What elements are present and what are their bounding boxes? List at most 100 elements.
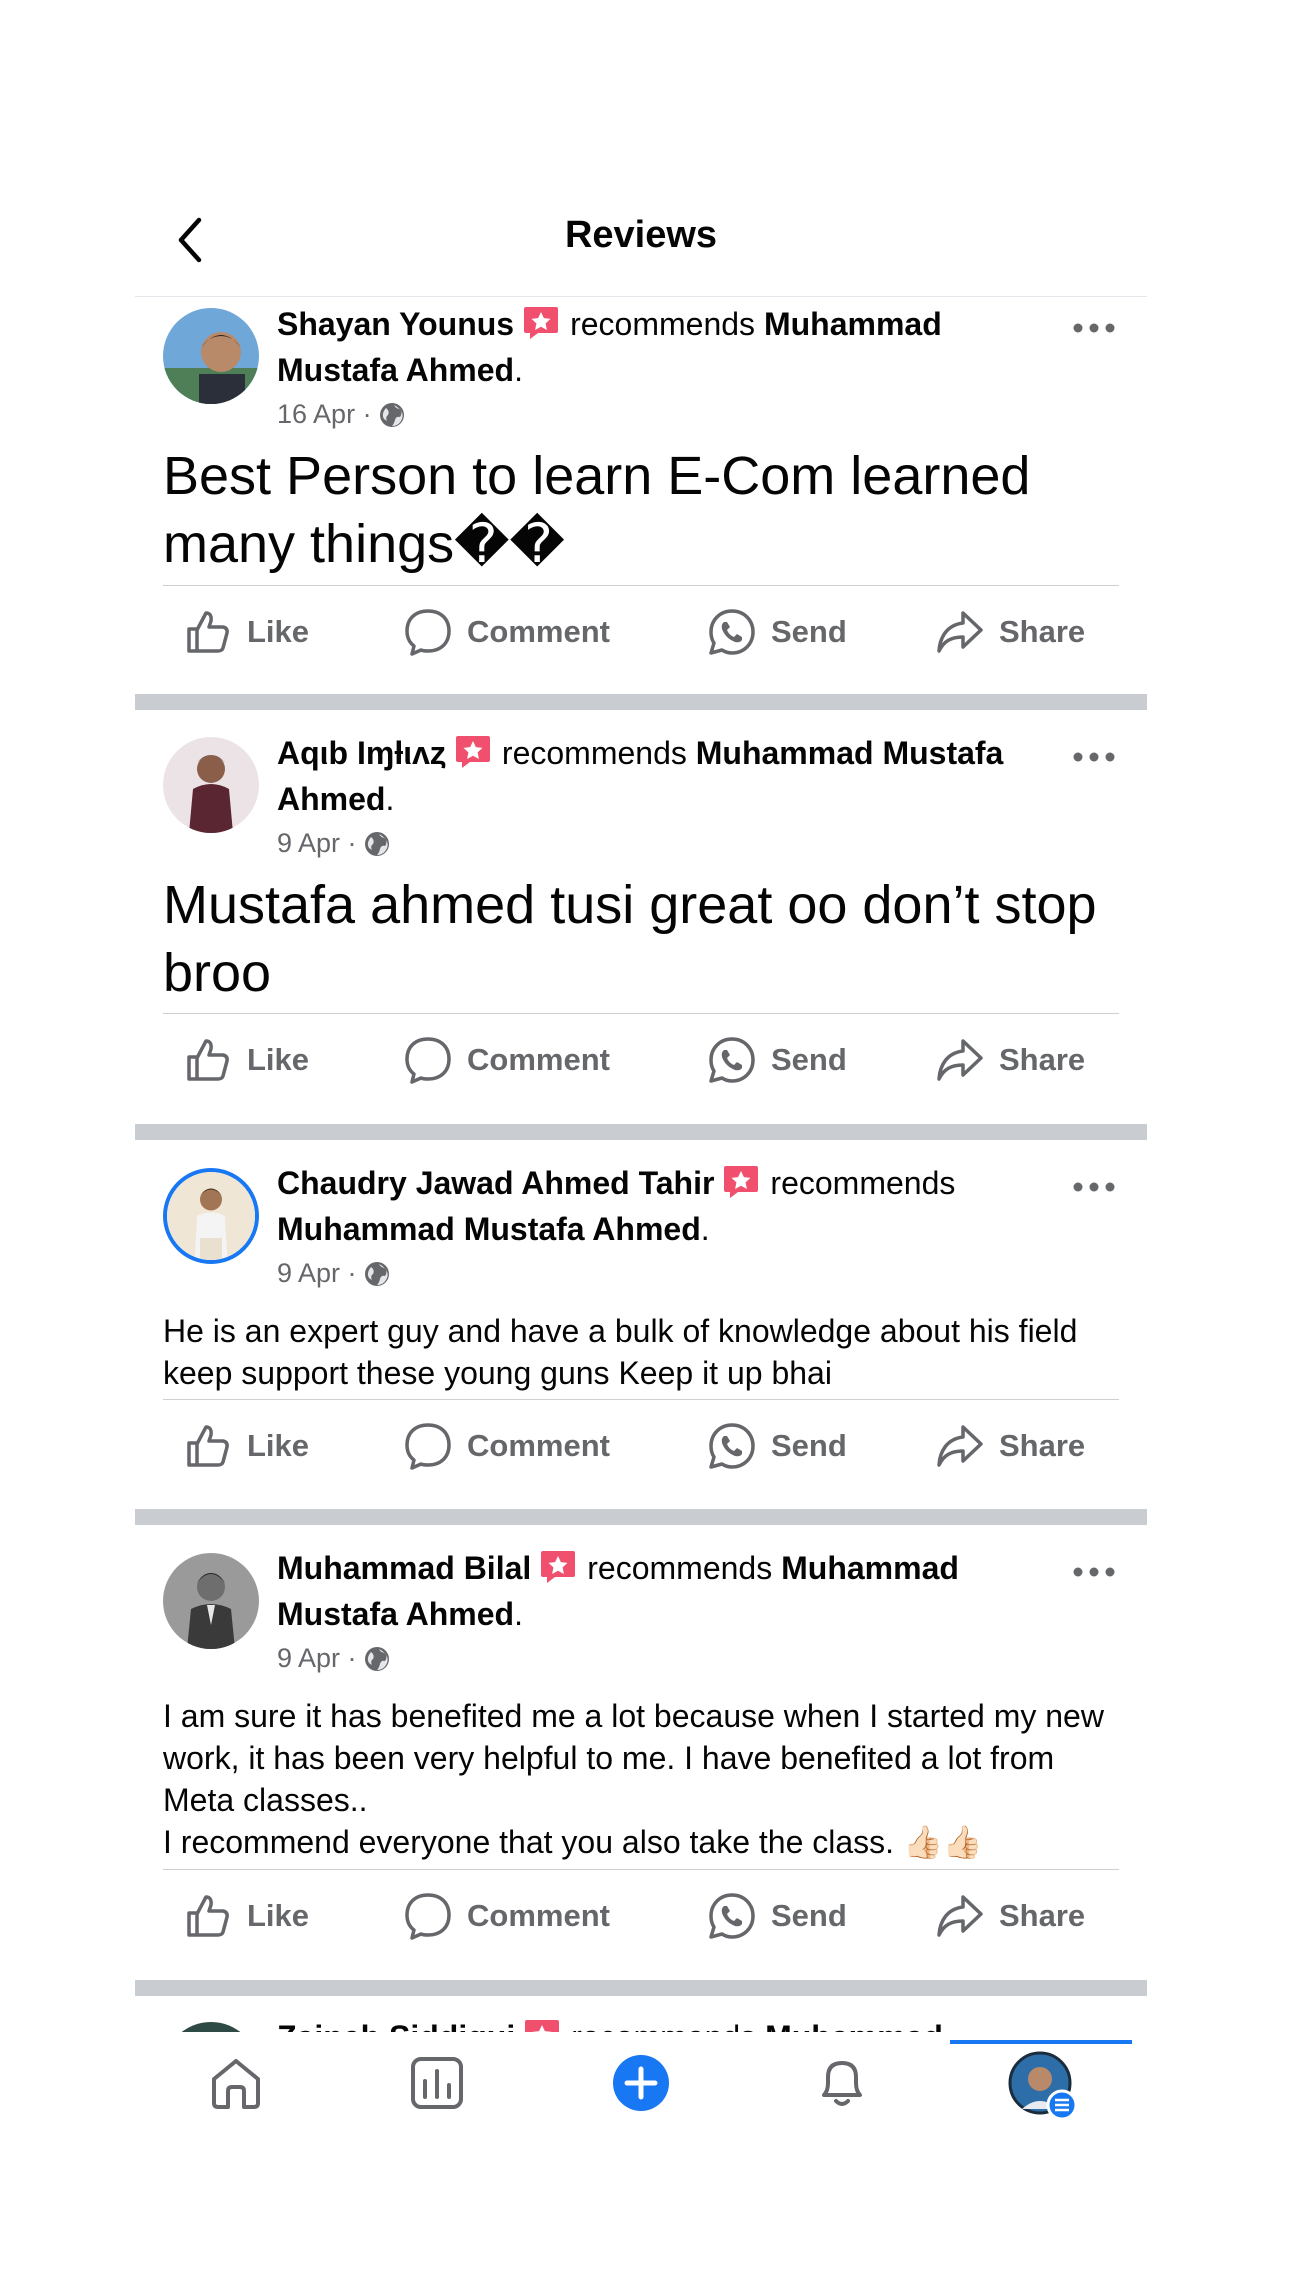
tab-profile[interactable] <box>1008 2051 1078 2121</box>
like-icon <box>187 1039 229 1081</box>
review-text: I am sure it has benefited me a lot beca… <box>163 1698 1104 1860</box>
globe-icon <box>379 403 404 427</box>
action-bar: Like Comment Send Share <box>135 587 1147 677</box>
post-date[interactable]: 16 Apr <box>277 399 355 429</box>
author-name[interactable]: Shayan Younus <box>277 306 514 342</box>
share-button[interactable]: Share <box>935 1401 1085 1491</box>
like-button[interactable]: Like <box>183 1015 309 1105</box>
post-meta: 9 Apr · <box>277 1640 391 1676</box>
avatar[interactable] <box>163 737 259 833</box>
active-tab-indicator <box>950 2040 1132 2044</box>
share-icon <box>937 1425 983 1467</box>
verb: recommends <box>570 306 756 342</box>
action-bar: Like Comment Send Share <box>135 1401 1147 1491</box>
review-text: Best Person to learn E-Com learned many … <box>163 446 1046 574</box>
verb: recommends <box>587 1550 773 1586</box>
profile-avatar <box>1008 2051 1078 2121</box>
review-header: Zaineb Siddiqui recommends Muhammad <box>277 2014 1067 2032</box>
star-badge-icon <box>525 2020 560 2032</box>
review-post: Aqιb Iɱƚιʌȥ recommends Muhammad Mustafa A… <box>135 710 1147 1124</box>
whatsapp-icon <box>709 1037 755 1083</box>
share-button[interactable]: Share <box>935 1015 1085 1105</box>
recommended-page[interactable]: Muhammad Mustafa Ahmed <box>277 1211 701 1247</box>
send-button[interactable]: Send <box>707 1015 847 1105</box>
post-meta: 9 Apr · <box>277 825 391 861</box>
share-icon <box>937 611 983 653</box>
star-badge-icon <box>541 1551 576 1583</box>
more-dots-icon[interactable] <box>1071 747 1117 767</box>
more-dots-icon[interactable] <box>1071 1562 1117 1582</box>
recommended-page[interactable]: Muhammad <box>765 2019 943 2032</box>
reviews-feed[interactable]: Shayan Younus recommends Muhammad Mustafa… <box>135 296 1147 2032</box>
like-button[interactable]: Like <box>183 587 309 677</box>
post-separator <box>135 1980 1147 1996</box>
create-icon <box>613 2055 669 2111</box>
star-badge-icon <box>524 307 559 339</box>
tab-home[interactable] <box>204 2051 268 2115</box>
bottom-tab-bar <box>135 2043 1147 2146</box>
comment-button[interactable]: Comment <box>403 1871 610 1961</box>
comment-button[interactable]: Comment <box>403 1015 610 1105</box>
author-name[interactable]: Aqιb Iɱƚιʌȥ <box>277 735 446 771</box>
send-button[interactable]: Send <box>707 1871 847 1961</box>
post-date[interactable]: 9 Apr <box>277 1258 340 1288</box>
divider <box>163 1013 1119 1014</box>
post-separator <box>135 1124 1147 1140</box>
whatsapp-icon <box>709 609 755 655</box>
author-name[interactable]: Chaudry Jawad Ahmed Tahir <box>277 1165 714 1201</box>
share-button[interactable]: Share <box>935 1871 1085 1961</box>
tab-create[interactable] <box>609 2051 673 2115</box>
more-dots-icon[interactable] <box>1071 2030 1117 2032</box>
post-separator <box>135 1509 1147 1525</box>
globe-icon <box>364 832 389 856</box>
review-post: Zaineb Siddiqui recommends Muhammad <box>135 1996 1147 2032</box>
author-name[interactable]: Muhammad Bilal <box>277 1550 531 1586</box>
like-icon <box>187 611 229 653</box>
star-badge-icon <box>724 1166 759 1198</box>
more-dots-icon[interactable] <box>1071 318 1117 338</box>
post-meta: 9 Apr · <box>277 1255 391 1291</box>
share-button[interactable]: Share <box>935 587 1085 677</box>
top-bar: Reviews <box>135 190 1147 297</box>
avatar[interactable] <box>163 1553 259 1649</box>
home-icon <box>212 2059 260 2109</box>
post-meta: 16 Apr · <box>277 396 406 432</box>
comment-icon <box>405 1893 451 1940</box>
review-header: Chaudry Jawad Ahmed Tahir recommends Muha… <box>277 1165 956 1247</box>
share-icon <box>937 1039 983 1081</box>
post-separator <box>135 694 1147 710</box>
globe-icon <box>364 1262 389 1286</box>
review-header: Shayan Younus recommends Muhammad Mustafa… <box>277 306 942 388</box>
comment-button[interactable]: Comment <box>403 1401 610 1491</box>
divider <box>163 1399 1119 1400</box>
whatsapp-icon <box>709 1423 755 1469</box>
comment-icon <box>405 1423 451 1470</box>
avatar[interactable] <box>163 2022 259 2032</box>
page-title: Reviews <box>564 214 718 256</box>
review-post: Muhammad Bilal recommends Muhammad Mustaf… <box>135 1525 1147 1980</box>
more-dots-icon[interactable] <box>1071 1177 1117 1197</box>
whatsapp-icon <box>709 1893 755 1939</box>
post-date[interactable]: 9 Apr <box>277 1643 340 1673</box>
review-post: Shayan Younus recommends Muhammad Mustafa… <box>135 296 1147 694</box>
action-bar: Like Comment Send Share <box>135 1871 1147 1961</box>
like-button[interactable]: Like <box>183 1871 309 1961</box>
comment-button[interactable]: Comment <box>403 587 610 677</box>
like-button[interactable]: Like <box>183 1401 309 1491</box>
tab-notifications[interactable] <box>810 2051 874 2115</box>
review-header: Aqιb Iɱƚιʌȥ recommends Muhammad Mustafa A… <box>277 735 1004 817</box>
comment-icon <box>405 609 451 656</box>
send-button[interactable]: Send <box>707 587 847 677</box>
like-icon <box>187 1895 229 1937</box>
divider <box>163 585 1119 586</box>
avatar[interactable] <box>163 308 259 404</box>
tab-dashboard[interactable] <box>405 2051 469 2115</box>
dashboard-icon <box>411 2057 463 2109</box>
reviews-screen: Reviews Shayan Younus recommends Muhammad… <box>135 190 1147 2146</box>
notifications-icon <box>822 2061 862 2106</box>
star-badge-icon <box>455 736 490 768</box>
send-button[interactable]: Send <box>707 1401 847 1491</box>
post-date[interactable]: 9 Apr <box>277 828 340 858</box>
avatar[interactable] <box>163 1168 259 1264</box>
author-name[interactable]: Zaineb Siddiqui <box>277 2019 515 2032</box>
